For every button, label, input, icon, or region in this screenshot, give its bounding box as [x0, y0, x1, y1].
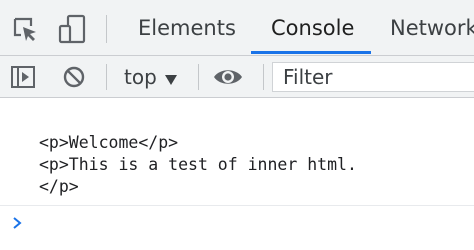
- console-log-line: <p>Welcome</p>: [39, 133, 179, 152]
- console-output: <p>Welcome</p> <p>This is a test of inne…: [0, 98, 474, 206]
- toolbar-divider: [198, 64, 199, 90]
- execution-context-select[interactable]: top: [120, 56, 190, 98]
- active-tab-indicator: [251, 51, 371, 54]
- console-log-line: <p>This is a test of inner html.: [39, 155, 357, 174]
- tabbar-divider: [106, 15, 107, 43]
- inspect-element-icon[interactable]: [12, 16, 38, 42]
- tab-console[interactable]: Console: [271, 0, 354, 56]
- devtools-tabbar: Elements Console Network: [0, 0, 474, 56]
- clear-console-icon[interactable]: [62, 65, 86, 89]
- filter-input[interactable]: [272, 62, 474, 92]
- tab-network[interactable]: Network: [390, 0, 474, 56]
- chevron-right-icon: [11, 215, 23, 231]
- console-prompt[interactable]: [0, 206, 474, 250]
- execution-context-label: top: [124, 65, 157, 89]
- live-expression-eye-icon[interactable]: [212, 65, 244, 89]
- console-toolbar: top: [0, 56, 474, 98]
- toolbar-divider: [263, 64, 264, 90]
- show-sidebar-icon[interactable]: [10, 64, 36, 90]
- device-toolbar-icon[interactable]: [58, 14, 86, 44]
- triangle-down-icon: [164, 71, 178, 85]
- tab-elements[interactable]: Elements: [138, 0, 236, 56]
- console-prompt-input[interactable]: [32, 210, 462, 236]
- toolbar-divider: [106, 64, 107, 90]
- console-log-line: </p>: [39, 177, 79, 196]
